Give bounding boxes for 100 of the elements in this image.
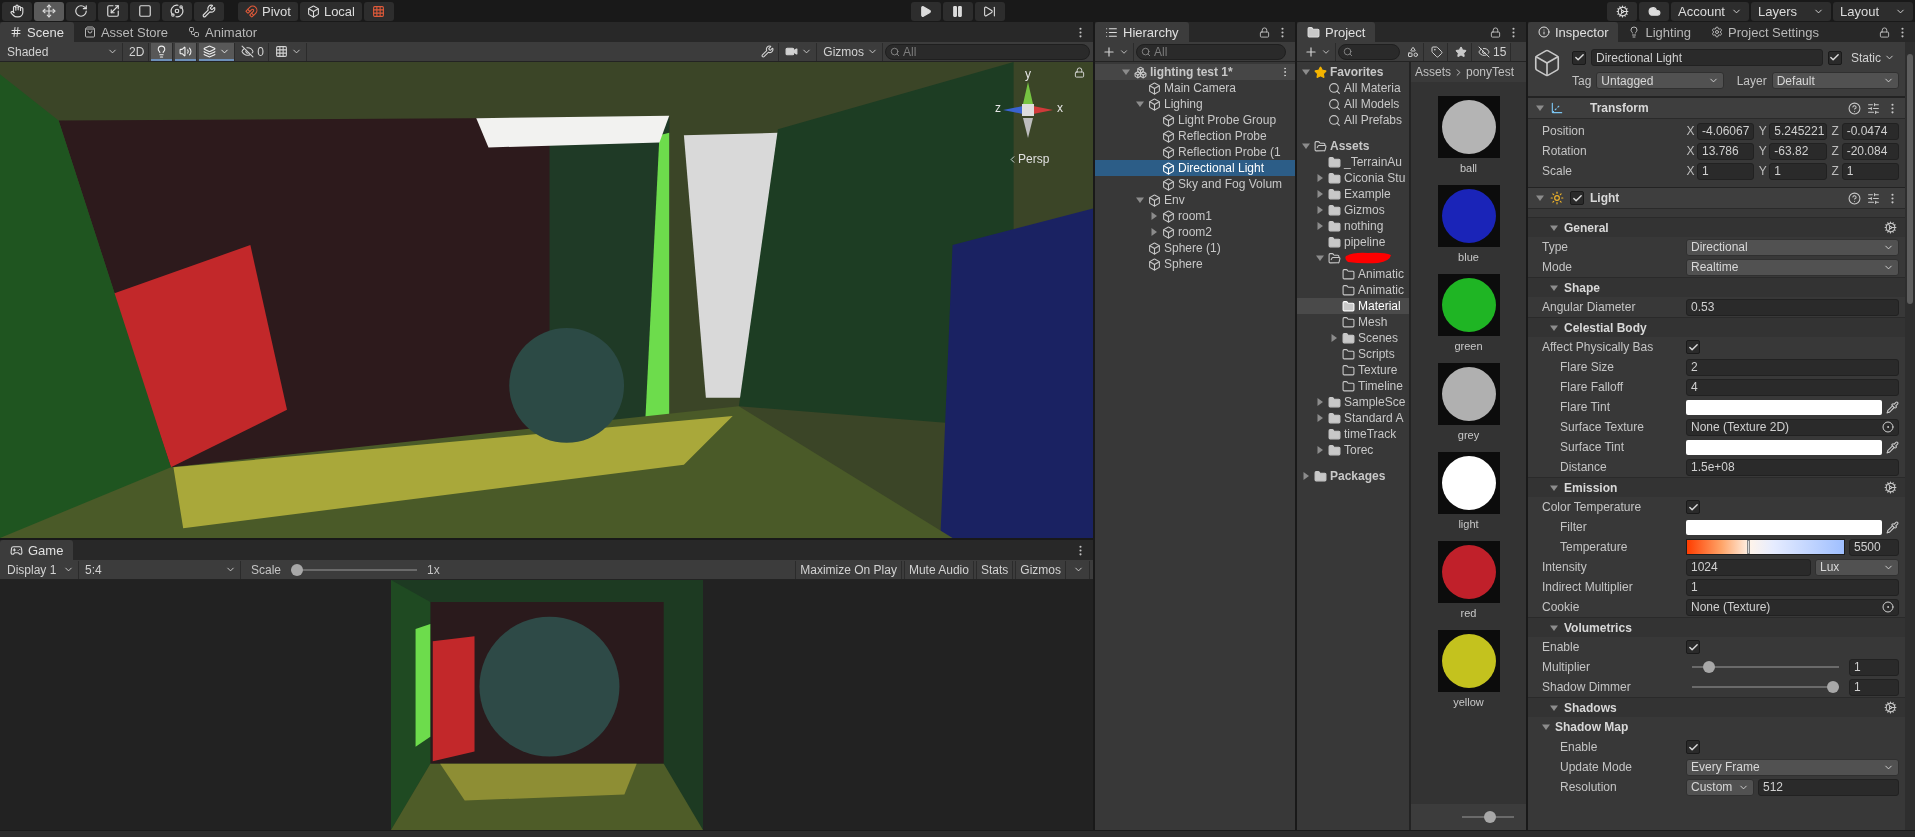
project-tree-item[interactable]: All Models [1297, 96, 1409, 112]
display-dropdown[interactable]: Display 1 [3, 560, 79, 579]
slider-thumb[interactable] [291, 563, 304, 576]
project-tree-item[interactable]: Gizmos [1297, 202, 1409, 218]
slider-thumb[interactable] [1827, 681, 1839, 693]
hierarchy-item[interactable]: Sphere (1) [1095, 240, 1295, 256]
panel-tab[interactable]: Project Settings [1701, 22, 1830, 42]
dropdown[interactable]: Every Frame [1686, 758, 1899, 776]
panel-tab[interactable]: Animator [178, 22, 268, 42]
checkbox[interactable] [1572, 50, 1586, 65]
toolbar-button[interactable]: Maximize On Play [795, 560, 902, 579]
project-tree-item[interactable]: Scripts [1297, 346, 1409, 362]
effects-toggle[interactable] [199, 42, 236, 61]
number-field[interactable]: 1 [1686, 578, 1899, 596]
step-button[interactable] [974, 1, 1005, 21]
expand-arrow-icon[interactable] [1550, 223, 1558, 232]
project-tree-item[interactable]: All Prefabs [1297, 112, 1409, 128]
services-button[interactable] [1607, 1, 1637, 21]
number-field[interactable]: 512 [1758, 778, 1899, 796]
unit-dropdown[interactable]: Lux [1815, 558, 1899, 576]
hierarchy-item[interactable]: room1 [1095, 208, 1295, 224]
hand-tool-button[interactable] [2, 1, 32, 21]
lock-icon[interactable] [1259, 26, 1270, 38]
number-field[interactable]: 1 [1769, 162, 1827, 180]
project-tree-item[interactable]: Timeline [1297, 378, 1409, 394]
project-tree-item[interactable]: Material [1297, 298, 1409, 314]
toolbar-button[interactable]: Stats [975, 560, 1014, 579]
local-button[interactable]: Local [299, 1, 362, 21]
expand-arrow-icon[interactable] [1136, 100, 1144, 108]
hierarchy-item[interactable]: Directional Light [1095, 160, 1295, 176]
expand-arrow-icon[interactable] [1536, 104, 1544, 112]
project-tree-item[interactable]: Mesh [1297, 314, 1409, 330]
help-icon[interactable] [1848, 191, 1861, 205]
panel-tab[interactable]: Game [0, 540, 74, 560]
expand-arrow-icon[interactable] [1316, 398, 1324, 406]
panel-tab[interactable]: Asset Store [73, 22, 179, 42]
toolbar-button[interactable]: Mute Audio [903, 560, 974, 579]
layout-dropdown[interactable]: Layout [1833, 1, 1913, 21]
pause-button[interactable] [942, 1, 973, 21]
scene-root-item[interactable]: lighting test 1* [1095, 64, 1295, 80]
hierarchy-item[interactable]: Sky and Fog Volum [1095, 176, 1295, 192]
name-field[interactable]: Directional Light [1591, 49, 1823, 66]
layers-dropdown[interactable]: Layers [1751, 1, 1831, 21]
rect-tool-button[interactable] [130, 1, 160, 21]
project-tree-item[interactable]: Favorites [1297, 64, 1409, 80]
transform-tool-button[interactable] [162, 1, 192, 21]
scale-tool-button[interactable] [98, 1, 128, 21]
hierarchy-item[interactable]: Reflection Probe (1 [1095, 144, 1295, 160]
expand-arrow-icon[interactable] [1302, 68, 1310, 76]
temperature-gradient[interactable] [1686, 539, 1845, 555]
project-tree-item[interactable]: SampleSce [1297, 394, 1409, 410]
slider-track[interactable] [291, 563, 418, 576]
project-tree-item[interactable]: Scenes [1297, 330, 1409, 346]
lighting-toggle[interactable] [151, 42, 174, 61]
search-field[interactable]: All [1136, 43, 1286, 60]
panel-tab[interactable]: Inspector [1528, 22, 1619, 42]
checkbox[interactable] [1686, 500, 1700, 514]
scrollbar[interactable] [1905, 42, 1915, 830]
project-tree-item[interactable]: Ciconia Stu [1297, 170, 1409, 186]
panel-tab[interactable]: Lighting [1618, 22, 1702, 42]
checkbox[interactable] [1686, 740, 1700, 754]
expand-arrow-icon[interactable] [1316, 206, 1324, 214]
layer-dropdown[interactable]: Default [1771, 72, 1899, 89]
slider-thumb[interactable] [1484, 811, 1496, 823]
target-icon[interactable] [1882, 601, 1894, 613]
expand-arrow-icon[interactable] [1150, 212, 1158, 220]
eyedropper-icon[interactable] [1886, 400, 1899, 414]
project-tree-item[interactable]: Standard A [1297, 410, 1409, 426]
eyedropper-icon[interactable] [1886, 440, 1899, 454]
eyedropper-icon[interactable] [1886, 520, 1899, 534]
grid-snap-button[interactable] [364, 1, 394, 21]
help-icon[interactable] [1848, 101, 1861, 115]
project-tree-item[interactable]: pipeline [1297, 234, 1409, 250]
number-field[interactable]: -0.0474 [1841, 122, 1899, 140]
project-tree-item[interactable]: Example [1297, 186, 1409, 202]
cog-icon[interactable] [1884, 481, 1897, 494]
expand-arrow-icon[interactable] [1122, 68, 1130, 76]
dropdown[interactable]: Custom [1686, 778, 1754, 796]
search-field[interactable]: All [885, 43, 1090, 60]
hierarchy-item[interactable]: Light Probe Group [1095, 112, 1295, 128]
static-dropdown[interactable]: Static [1847, 48, 1899, 67]
aspect-dropdown[interactable]: 5:4 [81, 560, 241, 579]
account-dropdown[interactable]: Account [1671, 1, 1749, 21]
2d-toggle[interactable]: 2D [125, 42, 150, 61]
dropdown[interactable]: Directional [1686, 238, 1899, 256]
lock-icon[interactable] [1490, 26, 1501, 38]
expand-arrow-icon[interactable] [1136, 196, 1144, 204]
expand-arrow-icon[interactable] [1302, 472, 1310, 480]
color-swatch[interactable] [1686, 399, 1882, 415]
project-tree-item[interactable]: timeTrack [1297, 426, 1409, 442]
breadcrumb-link[interactable]: Assets [1415, 65, 1451, 79]
object-field[interactable]: None (Texture 2D) [1686, 418, 1899, 436]
checkbox[interactable] [1828, 50, 1842, 65]
search-field[interactable] [1338, 43, 1400, 60]
lock-icon[interactable] [1879, 26, 1890, 38]
cog-icon[interactable] [1884, 221, 1897, 234]
hierarchy-item[interactable]: Lighing [1095, 96, 1295, 112]
audio-toggle[interactable] [175, 42, 198, 61]
expand-arrow-icon[interactable] [1550, 323, 1558, 332]
color-swatch[interactable] [1686, 439, 1882, 455]
